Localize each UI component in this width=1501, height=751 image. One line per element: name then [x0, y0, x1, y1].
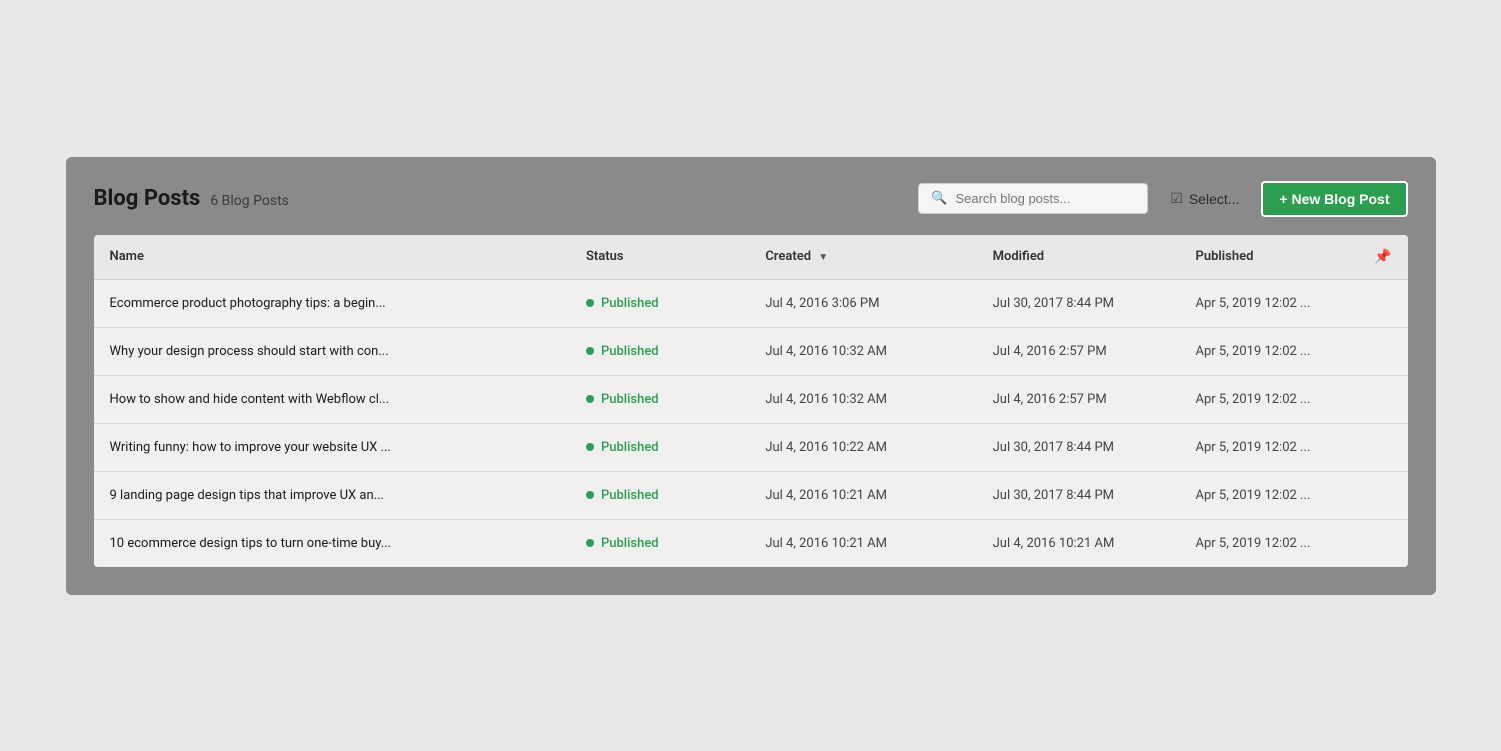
cell-modified: Jul 30, 2017 8:44 PM — [977, 471, 1180, 519]
sort-icon: ▼ — [818, 252, 828, 263]
cell-name: Why your design process should start wit… — [94, 327, 570, 375]
cell-actions — [1358, 375, 1407, 423]
cell-published: Apr 5, 2019 12:02 ... — [1180, 375, 1359, 423]
col-header-actions: 📌 — [1358, 235, 1407, 280]
cell-status: Published — [570, 423, 749, 471]
cell-status: Published — [570, 279, 749, 327]
status-label: Published — [601, 488, 659, 503]
cell-modified: Jul 30, 2017 8:44 PM — [977, 423, 1180, 471]
cell-modified: Jul 4, 2016 2:57 PM — [977, 327, 1180, 375]
search-icon: 🔍 — [931, 191, 947, 206]
table-row[interactable]: How to show and hide content with Webflo… — [94, 375, 1408, 423]
blog-posts-table: Name Status Created ▼ Modified — [94, 235, 1408, 567]
header-actions: 🔍 ☑ Select... + New Blog Post — [918, 181, 1407, 217]
status-dot — [586, 539, 594, 547]
cell-actions — [1358, 279, 1407, 327]
table-container: Name Status Created ▼ Modified — [94, 235, 1408, 567]
col-header-modified: Modified — [977, 235, 1180, 280]
cell-modified: Jul 4, 2016 10:21 AM — [977, 519, 1180, 567]
cell-status: Published — [570, 375, 749, 423]
post-count: 6 Blog Posts — [210, 193, 289, 209]
table-body: Ecommerce product photography tips: a be… — [94, 279, 1408, 567]
cell-published: Apr 5, 2019 12:02 ... — [1180, 327, 1359, 375]
cell-name: Ecommerce product photography tips: a be… — [94, 279, 570, 327]
table-row[interactable]: Ecommerce product photography tips: a be… — [94, 279, 1408, 327]
checkbox-icon: ☑ — [1170, 190, 1183, 207]
status-dot — [586, 299, 594, 307]
status-dot — [586, 491, 594, 499]
cell-published: Apr 5, 2019 12:02 ... — [1180, 279, 1359, 327]
cell-status: Published — [570, 471, 749, 519]
col-header-published: Published — [1180, 235, 1359, 280]
cell-status: Published — [570, 327, 749, 375]
new-post-label: + New Blog Post — [1279, 191, 1389, 207]
table-row[interactable]: Why your design process should start wit… — [94, 327, 1408, 375]
cell-published: Apr 5, 2019 12:02 ... — [1180, 519, 1359, 567]
table-row[interactable]: 10 ecommerce design tips to turn one-tim… — [94, 519, 1408, 567]
cell-published: Apr 5, 2019 12:02 ... — [1180, 423, 1359, 471]
cell-actions — [1358, 327, 1407, 375]
cell-actions — [1358, 423, 1407, 471]
cell-created: Jul 4, 2016 10:32 AM — [749, 375, 976, 423]
page-title: Blog Posts — [94, 186, 201, 211]
blog-posts-panel: Blog Posts 6 Blog Posts 🔍 ☑ Select... + … — [66, 157, 1436, 595]
status-label: Published — [601, 344, 659, 359]
cell-created: Jul 4, 2016 10:21 AM — [749, 519, 976, 567]
cell-name: 9 landing page design tips that improve … — [94, 471, 570, 519]
cell-modified: Jul 30, 2017 8:44 PM — [977, 279, 1180, 327]
status-dot — [586, 443, 594, 451]
cell-created: Jul 4, 2016 10:22 AM — [749, 423, 976, 471]
cell-name: Writing funny: how to improve your websi… — [94, 423, 570, 471]
status-dot — [586, 395, 594, 403]
cell-name: 10 ecommerce design tips to turn one-tim… — [94, 519, 570, 567]
status-label: Published — [601, 536, 659, 551]
cell-created: Jul 4, 2016 10:21 AM — [749, 471, 976, 519]
panel-header: Blog Posts 6 Blog Posts 🔍 ☑ Select... + … — [66, 157, 1436, 235]
new-blog-post-button[interactable]: + New Blog Post — [1261, 181, 1407, 217]
select-button[interactable]: ☑ Select... — [1160, 183, 1249, 214]
table-row[interactable]: 9 landing page design tips that improve … — [94, 471, 1408, 519]
select-label: Select... — [1189, 191, 1240, 207]
cell-modified: Jul 4, 2016 2:57 PM — [977, 375, 1180, 423]
header-title-area: Blog Posts 6 Blog Posts — [94, 186, 289, 211]
pin-icon: 📌 — [1374, 249, 1391, 265]
col-header-name: Name — [94, 235, 570, 280]
cell-status: Published — [570, 519, 749, 567]
cell-created: Jul 4, 2016 3:06 PM — [749, 279, 976, 327]
status-dot — [586, 347, 594, 355]
cell-actions — [1358, 519, 1407, 567]
col-header-status: Status — [570, 235, 749, 280]
cell-name: How to show and hide content with Webflo… — [94, 375, 570, 423]
cell-created: Jul 4, 2016 10:32 AM — [749, 327, 976, 375]
cell-actions — [1358, 471, 1407, 519]
status-label: Published — [601, 440, 659, 455]
cell-published: Apr 5, 2019 12:02 ... — [1180, 471, 1359, 519]
table-header-row: Name Status Created ▼ Modified — [94, 235, 1408, 280]
status-label: Published — [601, 392, 659, 407]
status-label: Published — [601, 296, 659, 311]
search-input[interactable] — [955, 191, 1135, 206]
search-box[interactable]: 🔍 — [918, 183, 1148, 214]
table-wrapper: Name Status Created ▼ Modified — [66, 235, 1436, 595]
col-header-created[interactable]: Created ▼ — [749, 235, 976, 280]
table-row[interactable]: Writing funny: how to improve your websi… — [94, 423, 1408, 471]
